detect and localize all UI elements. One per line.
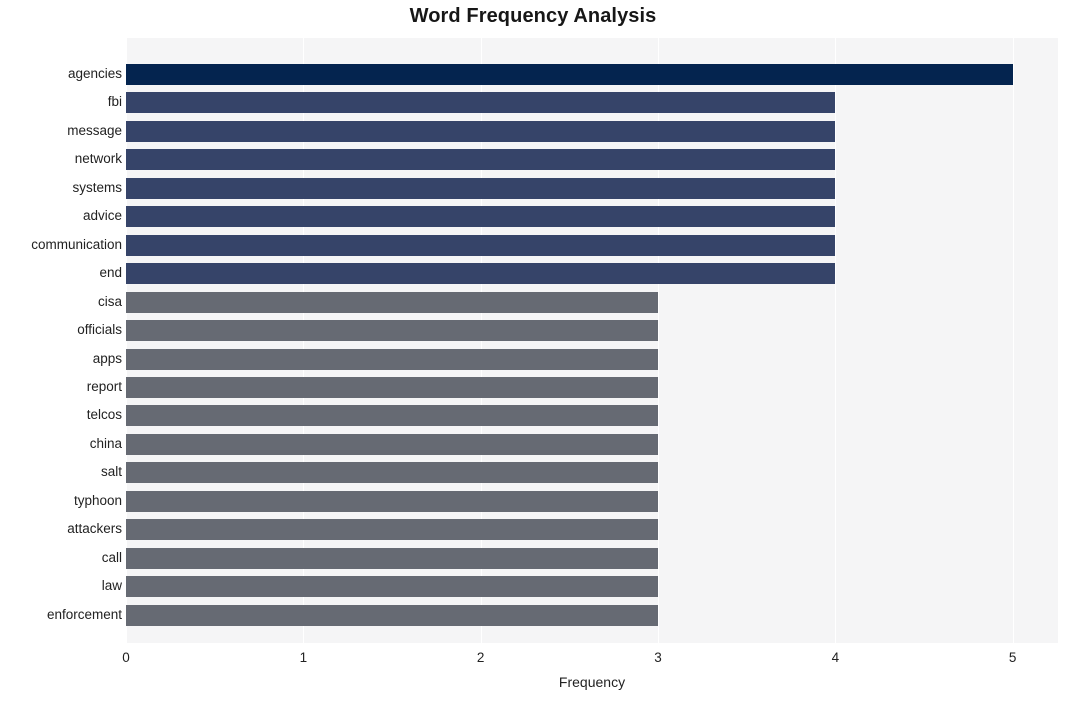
bar-row bbox=[126, 234, 1058, 256]
bar-row bbox=[126, 462, 1058, 484]
bar-row bbox=[126, 376, 1058, 398]
x-tick-label-1: 1 bbox=[299, 650, 308, 665]
chart-title: Word Frequency Analysis bbox=[409, 5, 657, 27]
y-tick-label-end: end bbox=[99, 265, 122, 281]
y-tick-label-agencies: agencies bbox=[67, 66, 122, 81]
bar-row bbox=[126, 433, 1058, 455]
x-tick-label-4: 4 bbox=[831, 650, 840, 665]
y-tick-label-call: call bbox=[101, 549, 122, 565]
x-tick-label-0: 0 bbox=[122, 650, 130, 665]
y-tick-label-china: china bbox=[89, 435, 122, 451]
bar-message bbox=[126, 120, 836, 142]
bar-apps bbox=[126, 348, 659, 370]
x-tick-label-5: 5 bbox=[1008, 650, 1017, 665]
y-tick-label-report: report bbox=[86, 378, 122, 394]
y-tick-label-message: message bbox=[67, 122, 122, 138]
bar-fbi bbox=[126, 92, 836, 114]
bar-end bbox=[126, 263, 836, 285]
bar-row bbox=[126, 291, 1058, 313]
bar-row bbox=[126, 519, 1058, 541]
y-tick-label-systems: systems bbox=[72, 179, 122, 195]
y-tick-label-law: law bbox=[101, 578, 122, 594]
y-tick-label-fbi: fbi bbox=[107, 94, 122, 110]
x-axis-tick-labels: 0 1 2 3 4 5 bbox=[0, 650, 1066, 670]
bar-row bbox=[126, 490, 1058, 512]
bar-row bbox=[126, 177, 1058, 199]
bar-row bbox=[126, 206, 1058, 228]
bar-agencies bbox=[126, 64, 1013, 85]
bar-row bbox=[126, 405, 1058, 427]
bar-row bbox=[126, 64, 1058, 85]
x-tick-label-3: 3 bbox=[654, 650, 662, 665]
bar-row bbox=[126, 547, 1058, 569]
bar-cisa bbox=[126, 291, 659, 313]
x-axis-title: Frequency bbox=[558, 674, 626, 690]
bar-row bbox=[126, 320, 1058, 342]
y-tick-label-advice: advice bbox=[82, 208, 122, 224]
bar-row bbox=[126, 348, 1058, 370]
y-tick-label-communication: communication bbox=[31, 236, 122, 252]
y-tick-label-cisa: cisa bbox=[97, 293, 122, 309]
bar-telcos bbox=[126, 405, 659, 427]
bar-advice bbox=[126, 206, 836, 228]
y-tick-label-network: network bbox=[74, 151, 122, 167]
y-tick-label-officials: officials bbox=[77, 322, 122, 338]
bar-typhoon bbox=[126, 490, 659, 512]
y-tick-label-enforcement: enforcement bbox=[46, 606, 122, 622]
bar-row bbox=[126, 92, 1058, 114]
y-tick-label-telcos: telcos bbox=[86, 407, 122, 423]
y-tick-label-typhoon: typhoon bbox=[73, 492, 122, 508]
bar-salt bbox=[126, 462, 659, 484]
bar-systems bbox=[126, 177, 836, 199]
bar-law bbox=[126, 576, 659, 598]
bar-row bbox=[126, 576, 1058, 598]
bar-row bbox=[126, 120, 1058, 142]
bar-attackers bbox=[126, 519, 659, 541]
bar-communication bbox=[126, 234, 836, 256]
y-tick-label-attackers: attackers bbox=[67, 521, 122, 537]
bar-report bbox=[126, 376, 659, 398]
y-axis-tick-labels: agencies fbi message network systems advice co… bbox=[0, 38, 122, 643]
bar-officials bbox=[126, 320, 659, 342]
x-tick-label-2: 2 bbox=[476, 650, 485, 665]
plot-area bbox=[126, 38, 1058, 643]
y-tick-label-apps: apps bbox=[92, 350, 122, 366]
bar-enforcement bbox=[126, 604, 659, 626]
word-frequency-chart: Word Frequency Analysis agencies fbi messa… bbox=[0, 0, 1066, 701]
bar-row bbox=[126, 263, 1058, 285]
bar-call bbox=[126, 547, 659, 569]
bar-network bbox=[126, 149, 836, 171]
bar-china bbox=[126, 433, 659, 455]
bar-row bbox=[126, 604, 1058, 626]
y-tick-label-salt: salt bbox=[100, 464, 122, 480]
bar-row bbox=[126, 149, 1058, 171]
